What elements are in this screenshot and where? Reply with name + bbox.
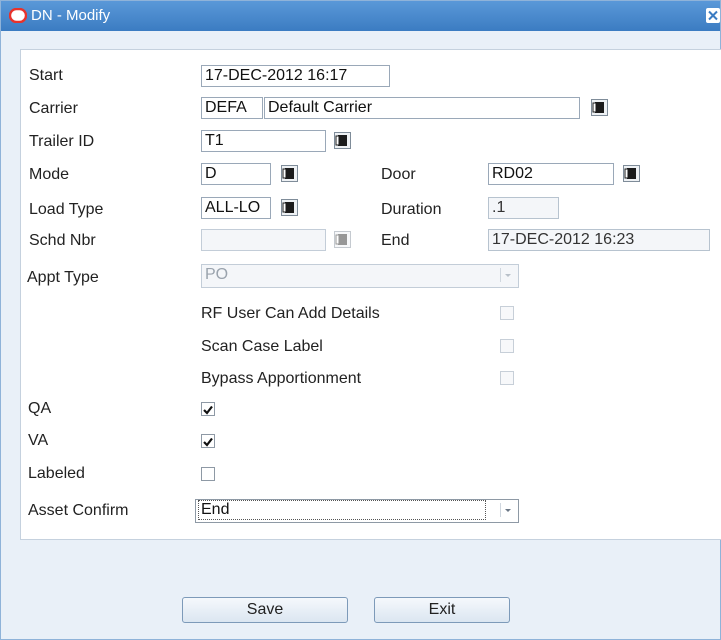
- trailer-id-field[interactable]: T1: [201, 130, 326, 152]
- labeled-checkbox[interactable]: [201, 467, 215, 481]
- va-checkbox[interactable]: [201, 434, 215, 448]
- appt-type-label: Appt Type: [27, 269, 99, 286]
- schd-nbr-field: [201, 229, 326, 251]
- exit-button[interactable]: Exit: [374, 597, 510, 623]
- list-of-values-icon: [335, 234, 347, 245]
- chevron-down-icon: [505, 509, 511, 512]
- trailer-id-lov-button[interactable]: [334, 132, 351, 149]
- va-label: VA: [28, 432, 49, 449]
- duration-field: .1: [488, 197, 559, 219]
- qa-label: QA: [28, 400, 52, 417]
- load-type-label: Load Type: [29, 201, 104, 218]
- load-type-lov-button[interactable]: [281, 199, 298, 216]
- oracle-logo-icon: [9, 8, 27, 23]
- appt-type-value: PO: [205, 266, 229, 283]
- appt-type-select: PO: [201, 264, 519, 288]
- trailer-id-label: Trailer ID: [29, 133, 95, 150]
- appt-type-dropdown-arrow: [500, 268, 515, 282]
- door-field[interactable]: RD02: [488, 163, 614, 185]
- list-of-values-icon: [335, 135, 347, 146]
- asset-confirm-dropdown-arrow[interactable]: [500, 503, 515, 517]
- rf-user-can-add-details-label: RF User Can Add Details: [201, 305, 380, 322]
- schd-nbr-label: Schd Nbr: [29, 232, 96, 249]
- bypass-apportionment-label: Bypass Apportionment: [201, 370, 362, 387]
- list-of-values-icon: [592, 102, 604, 113]
- form-panel: Start 17-DEC-2012 16:17 Carrier DEFA Def…: [20, 49, 721, 540]
- end-label: End: [381, 232, 410, 249]
- scan-case-label-label: Scan Case Label: [201, 338, 323, 355]
- asset-confirm-label: Asset Confirm: [28, 502, 129, 519]
- door-label: Door: [381, 166, 416, 183]
- scan-case-label-checkbox: [500, 339, 514, 353]
- duration-label: Duration: [381, 201, 442, 218]
- dn-modify-window: DN - Modify Start 17-DEC-2012 16:17 Carr…: [0, 0, 721, 640]
- bypass-apportionment-checkbox: [500, 371, 514, 385]
- qa-checkbox[interactable]: [201, 402, 215, 416]
- carrier-lov-button[interactable]: [591, 99, 608, 116]
- mode-label: Mode: [29, 166, 70, 183]
- asset-confirm-select[interactable]: End: [195, 499, 519, 523]
- door-lov-button[interactable]: [623, 165, 640, 182]
- checkmark-icon: [203, 437, 213, 447]
- window-title: DN - Modify: [31, 7, 111, 24]
- mode-lov-button[interactable]: [281, 165, 298, 182]
- list-of-values-icon: [282, 168, 294, 179]
- save-button[interactable]: Save: [182, 597, 348, 623]
- labeled-label: Labeled: [28, 465, 85, 482]
- close-icon: [708, 10, 718, 21]
- rf-user-can-add-details-checkbox: [500, 306, 514, 320]
- list-of-values-icon: [624, 168, 636, 179]
- asset-confirm-value: End: [198, 500, 486, 520]
- title-bar: DN - Modify: [1, 1, 720, 31]
- carrier-code-field[interactable]: DEFA: [201, 97, 263, 119]
- schd-nbr-lov-button: [334, 231, 351, 248]
- mode-field[interactable]: D: [201, 163, 271, 185]
- start-field[interactable]: 17-DEC-2012 16:17: [201, 65, 390, 87]
- chevron-down-icon: [505, 274, 511, 277]
- end-field: 17-DEC-2012 16:23: [488, 229, 710, 251]
- checkmark-icon: [203, 405, 213, 415]
- carrier-name-field[interactable]: Default Carrier: [264, 97, 580, 119]
- close-button[interactable]: [706, 8, 720, 23]
- list-of-values-icon: [282, 202, 294, 213]
- carrier-label: Carrier: [29, 100, 78, 117]
- load-type-field[interactable]: ALL-LO: [201, 197, 271, 219]
- start-label: Start: [29, 67, 63, 84]
